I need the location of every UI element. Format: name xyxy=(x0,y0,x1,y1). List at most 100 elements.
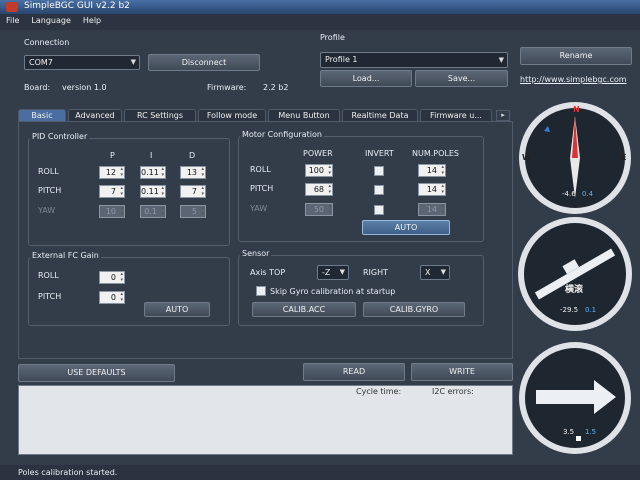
profile-value: Profile 1 xyxy=(325,55,358,64)
chevron-down-icon: ▼ xyxy=(440,268,446,276)
tab-realtime-data[interactable]: Realtime Data xyxy=(342,109,418,121)
ext-roll-gain[interactable]: 0 xyxy=(99,271,125,284)
roll-value2: 0.1 xyxy=(585,306,596,314)
gauge-column: N W E -4.6 0.4 横滚 -29.5 0.1 俯仰 3.5 1.5 xyxy=(518,102,632,454)
roll-label: 横滚 xyxy=(565,283,584,295)
pid-row-label: PITCH xyxy=(38,186,62,195)
pid-roll-p[interactable]: 12 xyxy=(99,166,125,179)
tab-menu-button[interactable]: Menu Button xyxy=(268,109,340,121)
pid-roll-d[interactable]: 13 xyxy=(180,166,206,179)
tab-rc-settings[interactable]: RC Settings xyxy=(124,109,196,121)
disconnect-button[interactable]: Disconnect xyxy=(148,54,260,71)
motor-title: Motor Configuration xyxy=(240,130,324,139)
motor-yaw-invert-checkbox[interactable] xyxy=(374,205,384,215)
connection-label: Connection xyxy=(24,38,70,47)
app-title: SimpleBGC GUI v2.2 b2 xyxy=(24,1,130,11)
pid-title: PID Controller xyxy=(30,132,90,141)
pid-row-label: YAW xyxy=(38,206,56,215)
motor-yaw-power: 50 xyxy=(305,203,333,216)
motor-row-label: ROLL xyxy=(250,165,271,174)
pitch-value2: 1.5 xyxy=(585,428,596,436)
rename-button[interactable]: Rename xyxy=(520,47,632,65)
compass-e-label: E xyxy=(621,153,626,162)
ext-pitch-label: PITCH xyxy=(38,292,62,301)
tab-basic[interactable]: Basic xyxy=(18,109,66,121)
pitch-label: 俯仰 xyxy=(562,405,580,417)
motor-yaw-poles: 14 xyxy=(418,203,446,216)
load-button[interactable]: Load... xyxy=(320,70,412,87)
tab-advanced[interactable]: Advanced xyxy=(68,109,122,121)
axis-top-value: -Z xyxy=(322,268,331,277)
motor-auto-button[interactable]: AUTO xyxy=(362,220,450,235)
menu-language[interactable]: Language xyxy=(25,14,76,25)
pid-pitch-i[interactable]: 0.11 xyxy=(140,185,166,198)
roll-value1: -29.5 xyxy=(560,306,578,314)
calib-gyro-button[interactable]: CALIB.GYRO xyxy=(363,302,465,317)
motor-roll-power[interactable]: 100 xyxy=(305,164,333,177)
menu-help[interactable]: Help xyxy=(77,14,107,25)
motor-header-poles: NUM.POLES xyxy=(412,149,459,158)
axis-top-select[interactable]: -Z ▼ xyxy=(317,265,349,280)
skip-gyro-checkbox[interactable] xyxy=(256,286,266,296)
motor-pitch-poles[interactable]: 14 xyxy=(418,183,446,196)
pid-yaw-i: 0.1 xyxy=(140,205,166,218)
save-button[interactable]: Save... xyxy=(415,70,508,87)
pid-yaw-p: 10 xyxy=(99,205,125,218)
status-text: Poles calibration started. xyxy=(18,468,118,477)
motor-pitch-invert-checkbox[interactable] xyxy=(374,185,384,195)
pid-yaw-d: 5 xyxy=(180,205,206,218)
calib-acc-button[interactable]: CALIB.ACC xyxy=(252,302,356,317)
title-bar: SimpleBGC GUI v2.2 b2 xyxy=(0,0,640,14)
motor-roll-invert-checkbox[interactable] xyxy=(374,166,384,176)
pitch-arrow-shaft xyxy=(536,390,594,404)
right-select[interactable]: X ▼ xyxy=(420,265,450,280)
compass-gauge: N W E -4.6 0.4 xyxy=(519,102,631,214)
pitch-marker xyxy=(576,436,581,441)
profile-select[interactable]: Profile 1 ▼ xyxy=(320,52,508,68)
sensor-title: Sensor xyxy=(240,249,272,258)
app-icon xyxy=(6,2,18,12)
ext-roll-label: ROLL xyxy=(38,271,59,280)
motor-pitch-power[interactable]: 68 xyxy=(305,183,333,196)
tab-follow-mode[interactable]: Follow mode xyxy=(198,109,266,121)
board-value: version 1.0 xyxy=(62,83,107,92)
ext-auto-button[interactable]: AUTO xyxy=(144,302,210,317)
ext-fc-title: External FC Gain xyxy=(30,251,101,260)
i2c-errors-label: I2C errors: xyxy=(432,387,474,396)
pitch-value1: 3.5 xyxy=(563,428,574,436)
ext-pitch-gain[interactable]: 0 xyxy=(99,291,125,304)
read-button[interactable]: READ xyxy=(303,363,405,381)
port-select[interactable]: COM7 ▼ xyxy=(24,55,140,70)
pid-pitch-p[interactable]: 7 xyxy=(99,185,125,198)
compass-w-label: W xyxy=(522,153,531,162)
compass-value2: 0.4 xyxy=(582,190,594,198)
website-link[interactable]: http://www.simplebgc.com xyxy=(520,75,627,84)
firmware-label: Firmware: xyxy=(207,83,247,92)
right-value: X xyxy=(425,268,431,277)
motor-row-label: PITCH xyxy=(250,184,274,193)
motor-roll-poles[interactable]: 14 xyxy=(418,164,446,177)
pid-header-p: P xyxy=(110,151,115,160)
write-button[interactable]: WRITE xyxy=(411,363,513,381)
tab-firmware-upgrade[interactable]: Firmware u... xyxy=(420,109,492,121)
board-label: Board: xyxy=(24,83,51,92)
use-defaults-button[interactable]: USE DEFAULTS xyxy=(18,364,175,382)
menu-bar: File Language Help xyxy=(0,14,640,30)
pid-pitch-d[interactable]: 7 xyxy=(180,185,206,198)
port-value: COM7 xyxy=(29,58,53,67)
skip-gyro-label: Skip Gyro calibration at startup xyxy=(270,287,396,296)
pid-roll-i[interactable]: 0.11 xyxy=(140,166,166,179)
cycle-time-label: Cycle time: xyxy=(356,387,402,396)
compass-value1: -4.6 xyxy=(562,190,576,198)
menu-file[interactable]: File xyxy=(0,14,25,25)
pid-header-d: D xyxy=(189,151,196,160)
motor-header-invert: INVERT xyxy=(365,149,394,158)
tab-scroll-button[interactable]: ▸ xyxy=(496,110,510,121)
chevron-down-icon: ▼ xyxy=(130,58,136,66)
chevron-down-icon: ▼ xyxy=(498,56,504,64)
pid-header-i: I xyxy=(150,151,153,160)
chevron-down-icon: ▼ xyxy=(339,268,345,276)
compass-n-label: N xyxy=(573,105,580,114)
firmware-value: 2.2 b2 xyxy=(263,83,289,92)
pid-row-label: ROLL xyxy=(38,167,59,176)
